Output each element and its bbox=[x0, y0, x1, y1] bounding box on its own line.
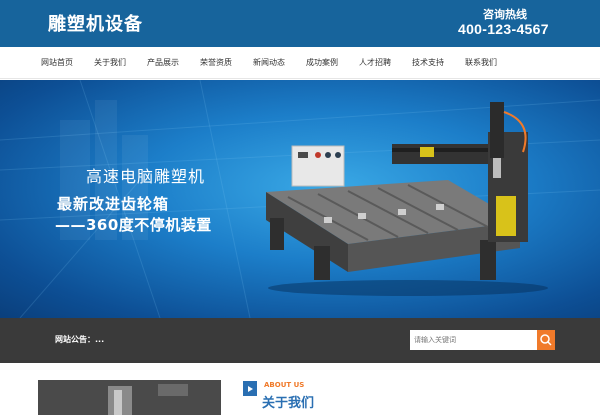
banner-line1: 最新改进齿轮箱 bbox=[57, 195, 170, 213]
site-header: 雕塑机设备 咨询热线 400-123-4567 bbox=[0, 0, 600, 47]
site-logo[interactable]: 雕塑机设备 bbox=[48, 10, 143, 36]
nav-item-products[interactable]: 产品展示 bbox=[147, 57, 179, 68]
hotline-label: 咨询热线 bbox=[483, 8, 527, 21]
notice-label: 网站公告：... bbox=[55, 335, 105, 344]
about-image bbox=[38, 380, 221, 415]
search-input[interactable] bbox=[410, 330, 537, 350]
banner-title: 高速电脑雕塑机 bbox=[86, 167, 206, 186]
nav-item-support[interactable]: 技术支持 bbox=[412, 57, 444, 68]
about-icon bbox=[243, 381, 257, 396]
about-title-en: ABOUT US bbox=[264, 381, 305, 389]
nav-item-honors[interactable]: 荣誉资质 bbox=[200, 57, 232, 68]
nav-item-news[interactable]: 新闻动态 bbox=[253, 57, 285, 68]
hotline-number: 400-123-4567 bbox=[458, 21, 549, 37]
nav-item-home[interactable]: 网站首页 bbox=[41, 57, 73, 68]
about-title-cn[interactable]: 关于我们 bbox=[262, 392, 314, 411]
main-nav: 网站首页 关于我们 产品展示 荣誉资质 新闻动态 成功案例 人才招聘 技术支持 … bbox=[0, 47, 600, 79]
nav-item-contact[interactable]: 联系我们 bbox=[465, 57, 497, 68]
nav-item-cases[interactable]: 成功案例 bbox=[306, 57, 338, 68]
search-button[interactable] bbox=[537, 330, 555, 350]
banner-line2: ——360度不停机装置 bbox=[55, 216, 212, 234]
nav-item-about[interactable]: 关于我们 bbox=[94, 57, 126, 68]
notice-bar: 网站公告：... bbox=[0, 318, 600, 363]
cnc-engraving-machine-image bbox=[266, 102, 548, 296]
search-icon bbox=[540, 334, 552, 346]
nav-item-jobs[interactable]: 人才招聘 bbox=[359, 57, 391, 68]
hero-banner[interactable]: 高速电脑雕塑机 最新改进齿轮箱 ——360度不停机装置 bbox=[0, 80, 600, 318]
